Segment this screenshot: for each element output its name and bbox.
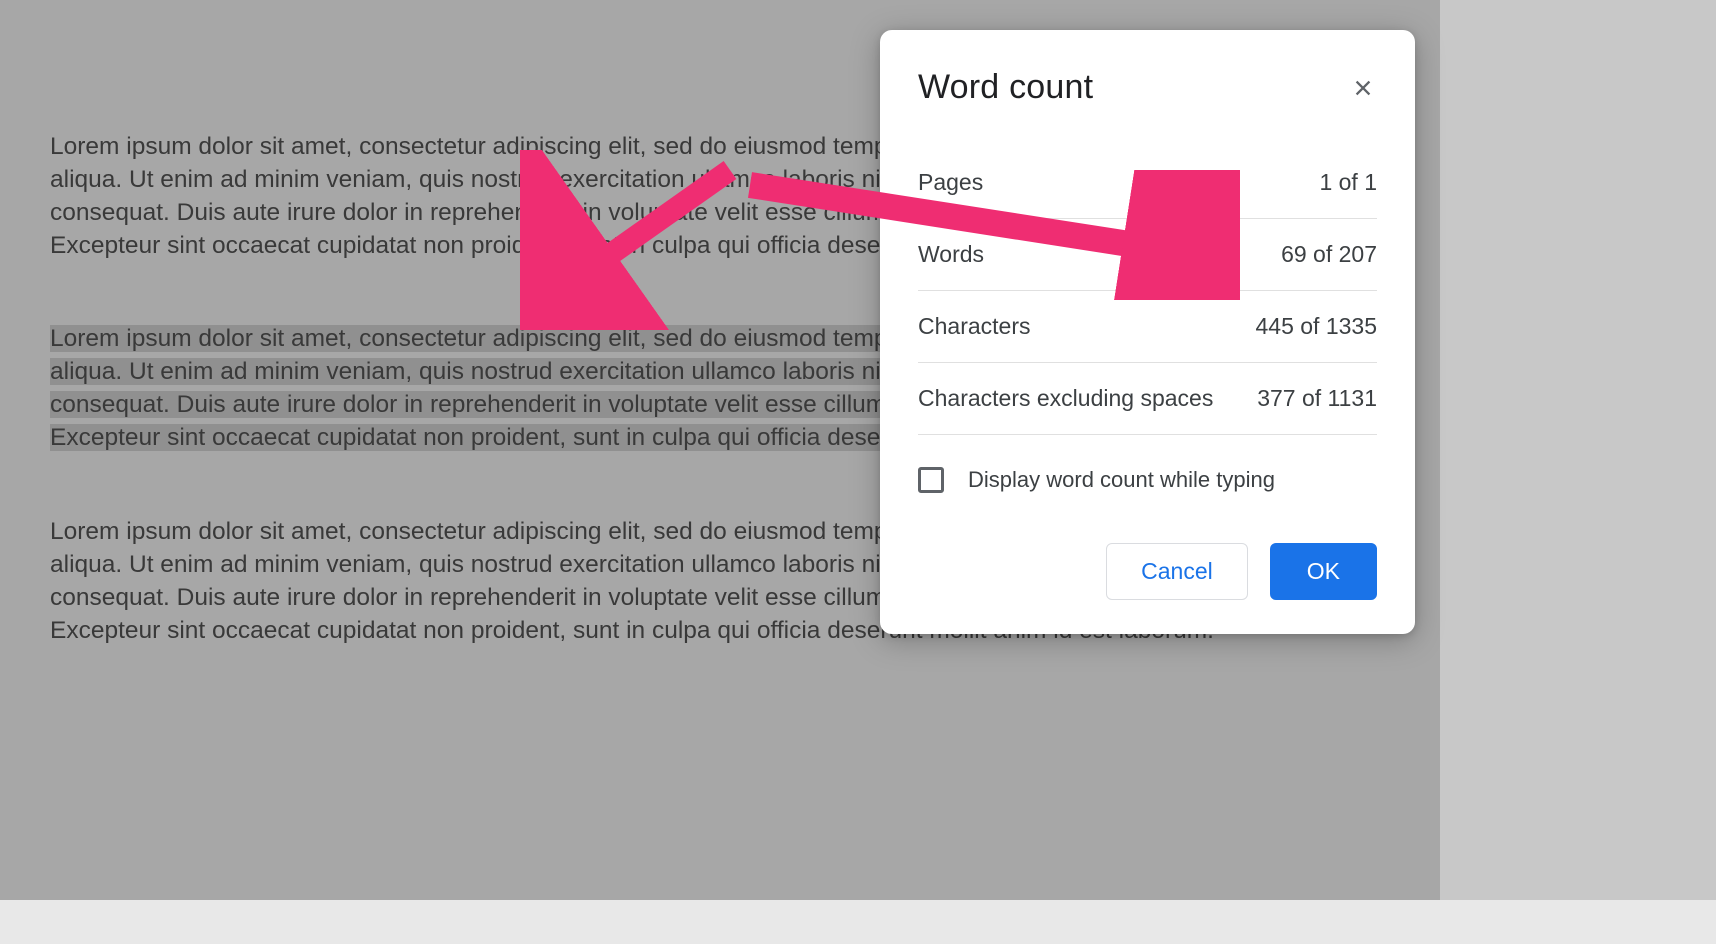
display-while-typing-row: Display word count while typing — [918, 435, 1377, 543]
words-label: Words — [918, 241, 984, 268]
dialog-header: Word count — [918, 68, 1377, 107]
stat-pages: Pages 1 of 1 — [918, 147, 1377, 219]
characters-no-spaces-label: Characters excluding spaces — [918, 385, 1213, 412]
ok-button[interactable]: OK — [1270, 543, 1377, 600]
close-button[interactable] — [1349, 74, 1377, 102]
characters-no-spaces-value: 377 of 1131 — [1257, 385, 1377, 412]
stat-characters: Characters 445 of 1335 — [918, 291, 1377, 363]
bottom-gutter — [0, 900, 1716, 944]
display-while-typing-checkbox[interactable] — [918, 467, 944, 493]
dialog-title: Word count — [918, 68, 1093, 107]
display-while-typing-label: Display word count while typing — [968, 467, 1275, 493]
words-value: 69 of 207 — [1281, 241, 1377, 268]
cancel-button[interactable]: Cancel — [1106, 543, 1248, 600]
characters-value: 445 of 1335 — [1255, 313, 1377, 340]
pages-value: 1 of 1 — [1319, 169, 1377, 196]
dialog-actions: Cancel OK — [918, 543, 1377, 600]
right-gutter — [1440, 0, 1716, 900]
stat-characters-no-spaces: Characters excluding spaces 377 of 1131 — [918, 363, 1377, 435]
word-count-dialog: Word count Pages 1 of 1 Words 69 of 207 … — [880, 30, 1415, 634]
pages-label: Pages — [918, 169, 983, 196]
characters-label: Characters — [918, 313, 1030, 340]
close-icon — [1352, 77, 1374, 99]
stat-words: Words 69 of 207 — [918, 219, 1377, 291]
